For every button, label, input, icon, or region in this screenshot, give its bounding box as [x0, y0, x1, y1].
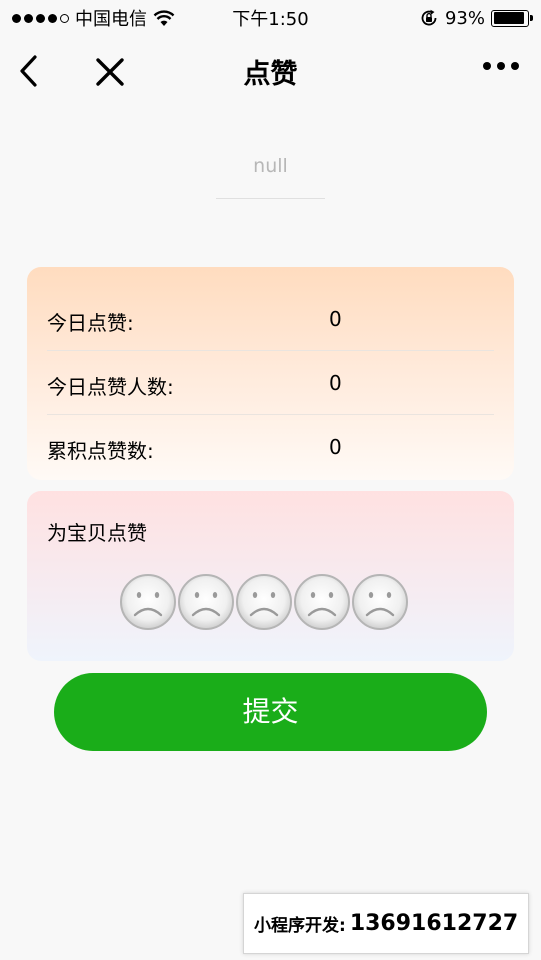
stat-row-total-likes: 累积点赞数: 0 [47, 415, 494, 479]
rating-faces [119, 571, 409, 633]
battery-level [493, 12, 525, 24]
sad-face-icon[interactable] [293, 571, 351, 633]
battery-percent: 93% [444, 7, 485, 29]
status-time: 下午1:50 [232, 9, 309, 30]
sad-face-icon[interactable] [235, 571, 293, 633]
baby-name-field: null [216, 142, 325, 199]
stat-label: 今日点赞: [47, 311, 134, 335]
ad-label: 小程序开发: [254, 916, 346, 936]
stat-value: 0 [329, 371, 342, 395]
stats-card: 今日点赞: 0 今日点赞人数: 0 累积点赞数: 0 [27, 267, 514, 480]
rate-title: 为宝贝点赞 [47, 521, 147, 545]
sad-face-icon[interactable] [351, 571, 409, 633]
sad-face-icon[interactable] [177, 571, 235, 633]
status-left: 中国电信 [12, 5, 175, 31]
stat-label: 今日点赞人数: [47, 375, 174, 399]
stat-value: 0 [329, 435, 342, 459]
close-icon[interactable] [94, 56, 126, 88]
page-title: 点赞 [243, 58, 298, 90]
battery-icon [491, 9, 533, 27]
submit-button[interactable]: 提交 [54, 673, 487, 751]
sad-face-icon[interactable] [119, 571, 177, 633]
carrier-name: 中国电信 [75, 9, 147, 30]
signal-strength-icon [12, 13, 69, 23]
more-icon[interactable] [483, 62, 519, 70]
stat-row-today-likers: 今日点赞人数: 0 [47, 351, 494, 415]
nav-bar: 点赞 [0, 36, 541, 106]
orientation-lock-icon [421, 9, 437, 26]
status-right: 93% [419, 7, 533, 29]
wifi-icon [153, 9, 175, 26]
stat-row-today-likes: 今日点赞: 0 [47, 287, 494, 351]
stat-label: 累积点赞数: [47, 439, 154, 463]
status-bar: 中国电信 下午1:50 93% [0, 0, 541, 36]
ad-phone: 13691612727 [349, 911, 519, 936]
ad-banner[interactable]: 小程序开发: 13691612727 [243, 893, 529, 954]
stat-value: 0 [329, 307, 342, 331]
rate-card: 为宝贝点赞 [27, 491, 514, 661]
back-icon[interactable] [16, 54, 42, 88]
